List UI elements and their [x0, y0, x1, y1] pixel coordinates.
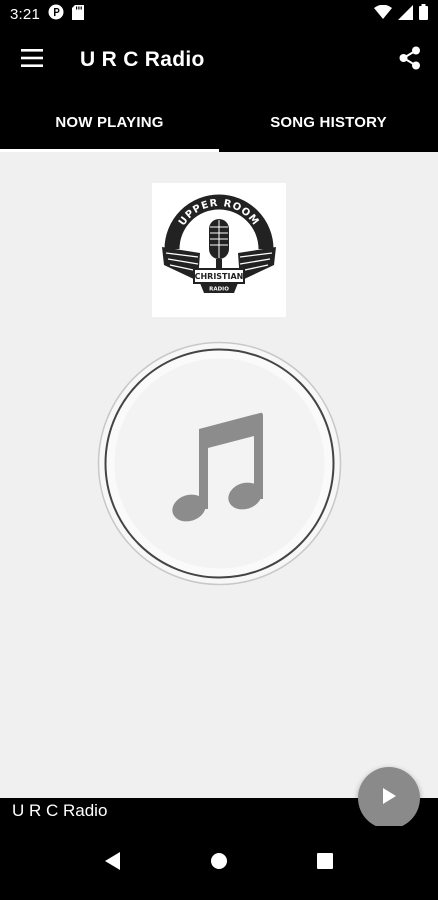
share-button[interactable]	[382, 28, 438, 92]
screen: 3:21 U R C Radio NOW PLAYING SONG HISTOR…	[0, 0, 438, 900]
svg-text:★: ★	[267, 246, 274, 255]
recents-icon	[317, 852, 333, 874]
home-icon	[210, 852, 228, 875]
home-button[interactable]	[199, 843, 239, 883]
wifi-icon	[374, 4, 392, 23]
station-logo: UPPER ROOM ★ ★ CHRISTIAN RADIO	[152, 183, 286, 317]
album-art	[97, 341, 342, 586]
back-button[interactable]	[93, 843, 133, 883]
tab-now-playing[interactable]: NOW PLAYING	[0, 92, 219, 152]
recents-button[interactable]	[305, 843, 345, 883]
status-time: 3:21	[10, 5, 40, 23]
hamburger-menu-icon	[21, 48, 43, 72]
tab-label: SONG HISTORY	[270, 113, 387, 131]
menu-button[interactable]	[0, 28, 64, 92]
signal-icon	[398, 4, 413, 24]
app-title: U R C Radio	[80, 48, 205, 71]
p-badge-icon	[48, 4, 64, 24]
sd-card-icon	[72, 4, 84, 24]
app-bar: U R C Radio	[0, 28, 438, 92]
back-icon	[105, 851, 121, 875]
share-icon	[399, 46, 421, 75]
status-bar: 3:21	[0, 0, 438, 28]
system-nav-bar	[0, 826, 438, 900]
station-logo-graphic: UPPER ROOM ★ ★ CHRISTIAN RADIO	[162, 194, 276, 293]
svg-text:★: ★	[164, 246, 171, 255]
logo-line2: CHRISTIAN	[195, 272, 244, 281]
logo-line3: RADIO	[209, 287, 229, 293]
tab-bar: NOW PLAYING SONG HISTORY	[0, 92, 438, 152]
battery-icon	[419, 4, 428, 24]
play-icon	[382, 787, 396, 809]
tab-label: NOW PLAYING	[55, 113, 164, 131]
now-playing-title: U R C Radio	[12, 801, 108, 820]
play-button[interactable]	[358, 767, 420, 829]
tab-song-history[interactable]: SONG HISTORY	[219, 92, 438, 152]
now-playing-panel: UPPER ROOM ★ ★ CHRISTIAN RADIO	[0, 152, 438, 798]
